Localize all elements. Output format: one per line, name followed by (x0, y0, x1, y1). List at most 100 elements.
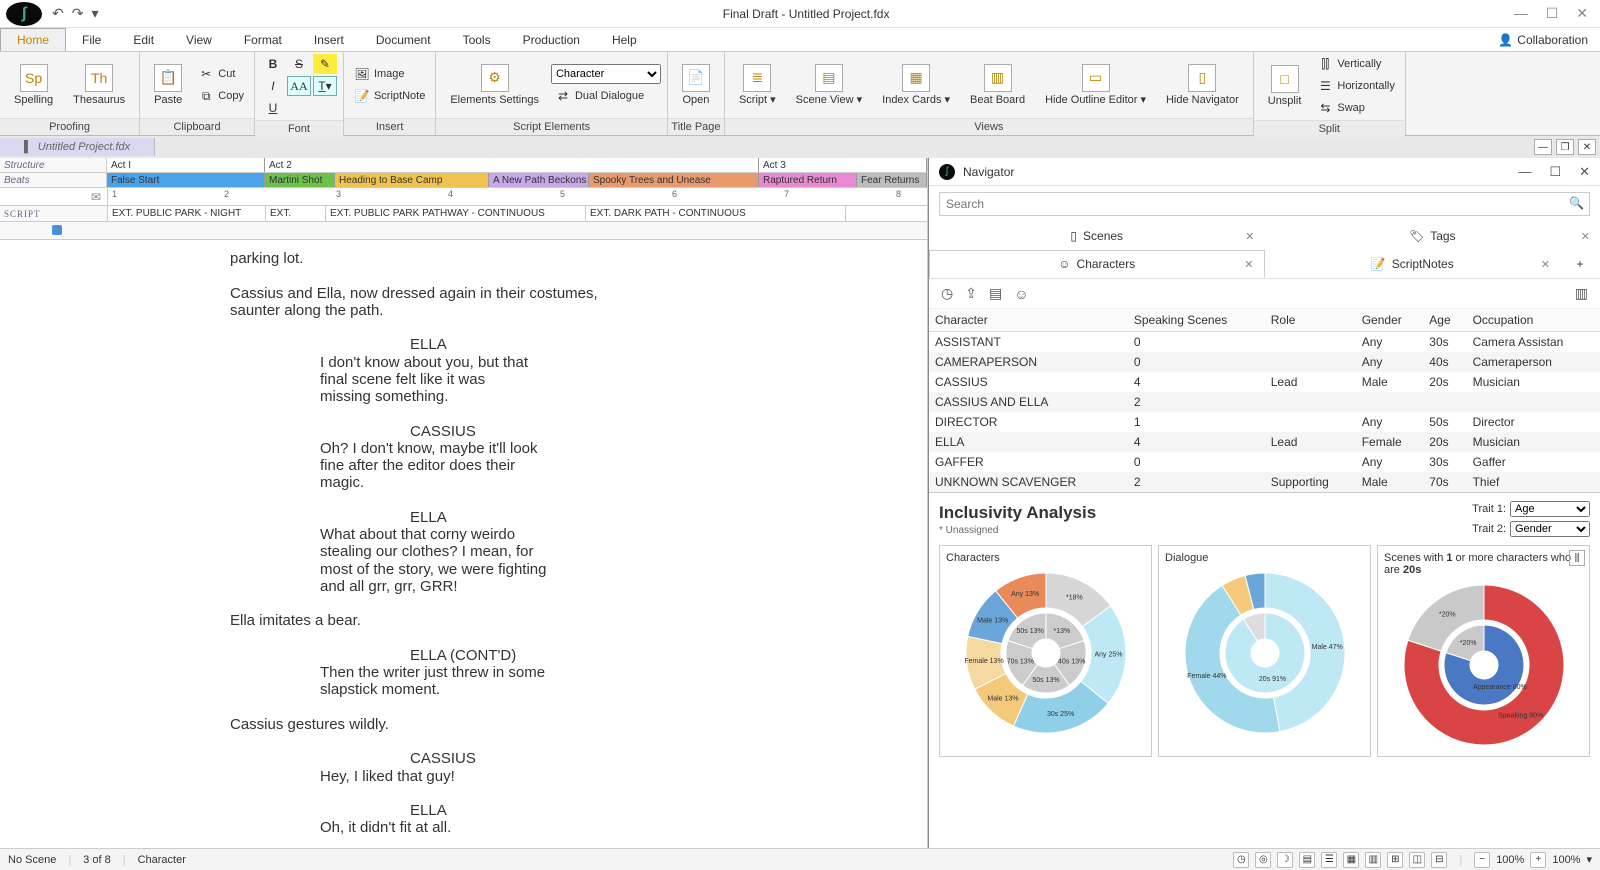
split-vertically-button[interactable]: ⫿⫿Vertically (1313, 54, 1398, 74)
script-line[interactable]: ELLA (410, 802, 790, 819)
beat-cell[interactable]: Raptured Return (759, 173, 857, 187)
clock-icon[interactable]: ◷ (941, 285, 953, 302)
highlight-button[interactable]: ✎ (313, 54, 337, 74)
paste-button[interactable]: 📋Paste (146, 60, 190, 110)
script-line[interactable]: stealing our clothes? I mean, for (320, 543, 640, 560)
list-icon[interactable]: ▤ (989, 285, 1002, 302)
sb-view3-icon[interactable]: ▦ (1343, 852, 1359, 868)
scene-heading-cell[interactable]: EXT. PUBLIC PARK PATHWAY - CONTINUOUS (326, 206, 586, 221)
script-line[interactable]: magic. (320, 474, 640, 491)
menu-insert[interactable]: Insert (298, 28, 360, 51)
beat-cell[interactable]: False Start (107, 173, 265, 187)
nav-tab-add[interactable]: + (1560, 250, 1600, 278)
hide-outline-button[interactable]: ▭Hide Outline Editor ▾ (1037, 60, 1154, 110)
scene-heading-cell[interactable]: EXT. (266, 206, 326, 221)
script-line[interactable]: and all grr, grr, GRR! (320, 578, 640, 595)
scene-view-button[interactable]: ▤Scene View ▾ (788, 60, 870, 110)
nav-tab-scenes[interactable]: ▯Scenes✕ (929, 222, 1265, 250)
doc-restore-icon[interactable]: ❐ (1556, 139, 1574, 155)
script-line[interactable]: Hey, I liked that guy! (320, 768, 640, 785)
close-tab-icon[interactable]: ✕ (1541, 258, 1550, 271)
document-tab[interactable]: ▌Untitled Project.fdx (0, 138, 155, 156)
spelling-button[interactable]: SpSpelling (6, 60, 61, 110)
script-line[interactable]: Cassius gestures wildly. (230, 716, 790, 733)
script-line[interactable] (230, 595, 790, 612)
underline-button[interactable]: U (261, 98, 285, 118)
trait1-select[interactable]: Age (1510, 501, 1590, 517)
close-tab-icon[interactable]: ✕ (1244, 258, 1253, 271)
sb-target-icon[interactable]: ◎ (1255, 852, 1271, 868)
script-line[interactable] (230, 785, 790, 802)
close-tab-icon[interactable]: ✕ (1581, 230, 1590, 243)
script-line[interactable] (230, 492, 790, 509)
column-header[interactable]: Role (1265, 309, 1356, 332)
scene-heading-cell[interactable]: EXT. DARK PATH - CONTINUOUS (586, 206, 846, 221)
script-line[interactable]: Ella imitates a bear. (230, 612, 790, 629)
table-row[interactable]: CAMERAPERSON0Any40sCameraperson (929, 352, 1600, 372)
menu-tools[interactable]: Tools (447, 28, 507, 51)
zoom-out-icon[interactable]: − (1474, 852, 1490, 868)
script-page[interactable]: parking lot. Cassius and Ella, now dress… (0, 240, 927, 848)
nav-tab-characters[interactable]: ☺Characters✕ (929, 250, 1265, 278)
script-line[interactable]: Oh? I don't know, maybe it'll look (320, 440, 640, 457)
chart-settings-icon[interactable]: ⫼ (1569, 550, 1585, 566)
menu-help[interactable]: Help (596, 28, 653, 51)
script-line[interactable]: Oh, it didn't fit at all. (320, 819, 640, 836)
script-line[interactable]: slapstick moment. (320, 681, 640, 698)
dual-dialogue-button[interactable]: ⇄Dual Dialogue (551, 86, 661, 106)
beat-cell[interactable]: Heading to Base Camp (335, 173, 489, 187)
column-header[interactable]: Speaking Scenes (1128, 309, 1265, 332)
script-line[interactable]: final scene felt like it was (320, 371, 640, 388)
sb-view5-icon[interactable]: ⊞ (1387, 852, 1403, 868)
cut-button[interactable]: ✂Cut (194, 64, 248, 84)
column-header[interactable]: Age (1423, 309, 1466, 332)
search-icon[interactable]: 🔍 (1569, 196, 1584, 210)
sb-view1-icon[interactable]: ▤ (1299, 852, 1315, 868)
menu-production[interactable]: Production (507, 28, 596, 51)
column-header[interactable]: Gender (1356, 309, 1424, 332)
act-cell[interactable]: Act 2 (265, 158, 759, 172)
script-line[interactable] (230, 837, 790, 849)
nav-tab-scriptnotes[interactable]: 📝ScriptNotes✕ (1265, 250, 1561, 278)
table-row[interactable]: ASSISTANT0Any30sCamera Assistan (929, 332, 1600, 353)
script-line[interactable]: What about that corny weirdo (320, 526, 640, 543)
doc-minimize-icon[interactable]: — (1534, 139, 1552, 155)
menu-edit[interactable]: Edit (117, 28, 170, 51)
copy-button[interactable]: ⧉Copy (194, 86, 248, 106)
send-icon[interactable]: ✉ (91, 190, 101, 204)
script-line[interactable]: ELLA (410, 336, 790, 353)
case-button[interactable]: AA (287, 76, 311, 96)
beat-cell[interactable]: Martini Shot (265, 173, 335, 187)
element-type-select[interactable]: Character (551, 64, 661, 84)
menu-home[interactable]: Home (0, 28, 66, 51)
close-icon[interactable]: ✕ (1576, 5, 1588, 22)
script-line[interactable]: most of the story, we were fighting (320, 561, 640, 578)
elements-settings-button[interactable]: ⚙Elements Settings (442, 60, 547, 110)
trait2-select[interactable]: Gender (1510, 521, 1590, 537)
script-line[interactable] (230, 733, 790, 750)
index-cards-button[interactable]: ▦Index Cards ▾ (874, 60, 958, 110)
redo-icon[interactable]: ↷ (72, 5, 84, 22)
nav-maximize-icon[interactable]: ☐ (1549, 164, 1561, 180)
script-line[interactable]: missing something. (320, 388, 640, 405)
collaboration-button[interactable]: 👤Collaboration (1486, 28, 1600, 51)
menu-file[interactable]: File (66, 28, 117, 51)
menu-document[interactable]: Document (360, 28, 447, 51)
menu-view[interactable]: View (170, 28, 228, 51)
close-tab-icon[interactable]: ✕ (1245, 230, 1254, 243)
table-row[interactable]: DIRECTOR1Any50sDirector (929, 412, 1600, 432)
swap-button[interactable]: ⇆Swap (1313, 98, 1398, 118)
nav-tab-tags[interactable]: 🏷Tags✕ (1265, 222, 1600, 250)
zoom-slider-strip[interactable] (0, 222, 927, 240)
hide-navigator-button[interactable]: ▯Hide Navigator (1158, 60, 1247, 110)
script-line[interactable]: ELLA (410, 509, 790, 526)
qat-dropdown-icon[interactable]: ▾ (91, 5, 98, 22)
sb-clock-icon[interactable]: ◷ (1233, 852, 1249, 868)
table-row[interactable]: CASSIUS4LeadMale20sMusician (929, 372, 1600, 392)
table-row[interactable]: UNKNOWN SCAVENGER2SupportingMale70sThief (929, 472, 1600, 492)
unsplit-button[interactable]: □Unsplit (1260, 61, 1310, 111)
zoom-in-icon[interactable]: + (1530, 852, 1546, 868)
sb-view4-icon[interactable]: ▥ (1365, 852, 1381, 868)
zoom-handle[interactable] (52, 225, 62, 235)
table-row[interactable]: CASSIUS AND ELLA2 (929, 392, 1600, 412)
